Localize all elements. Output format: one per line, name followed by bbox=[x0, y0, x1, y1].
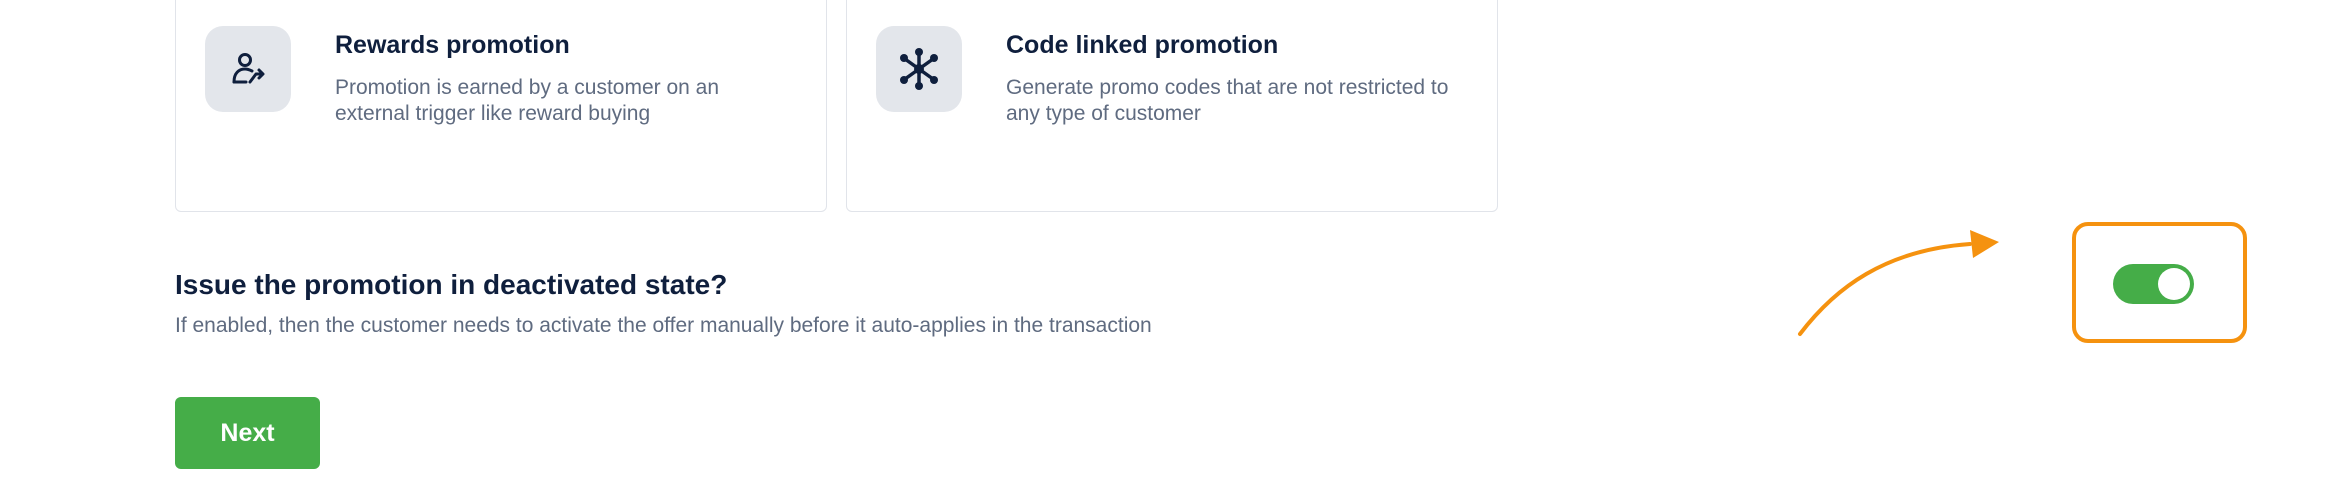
code-linked-promotion-title: Code linked promotion bbox=[1006, 31, 1279, 59]
code-linked-promotion-description: Generate promo codes that are not restri… bbox=[1006, 76, 1449, 125]
code-linked-icon-tile bbox=[876, 26, 962, 112]
rewards-promotion-title: Rewards promotion bbox=[335, 31, 570, 59]
user-transfer-icon bbox=[232, 53, 265, 84]
code-linked-promotion-card[interactable]: Code linked promotion Generate promo cod… bbox=[846, 0, 1498, 212]
annotation-arrow-icon bbox=[1798, 230, 1999, 336]
deactivated-state-description: If enabled, then the customer needs to a… bbox=[175, 314, 1152, 337]
deactivated-state-heading: Issue the promotion in deactivated state… bbox=[175, 269, 728, 300]
rewards-promotion-card[interactable]: Rewards promotion Promotion is earned by… bbox=[175, 0, 827, 212]
network-nodes-icon bbox=[900, 48, 938, 90]
promotion-type-page: Rewards promotion Promotion is earned by… bbox=[0, 0, 2344, 490]
rewards-promotion-description: Promotion is earned by a customer on an … bbox=[335, 76, 720, 125]
toggle-knob bbox=[2158, 268, 2190, 300]
next-button[interactable]: Next bbox=[175, 397, 320, 469]
rewards-icon-tile bbox=[205, 26, 291, 112]
deactivated-state-toggle[interactable] bbox=[2113, 264, 2194, 304]
